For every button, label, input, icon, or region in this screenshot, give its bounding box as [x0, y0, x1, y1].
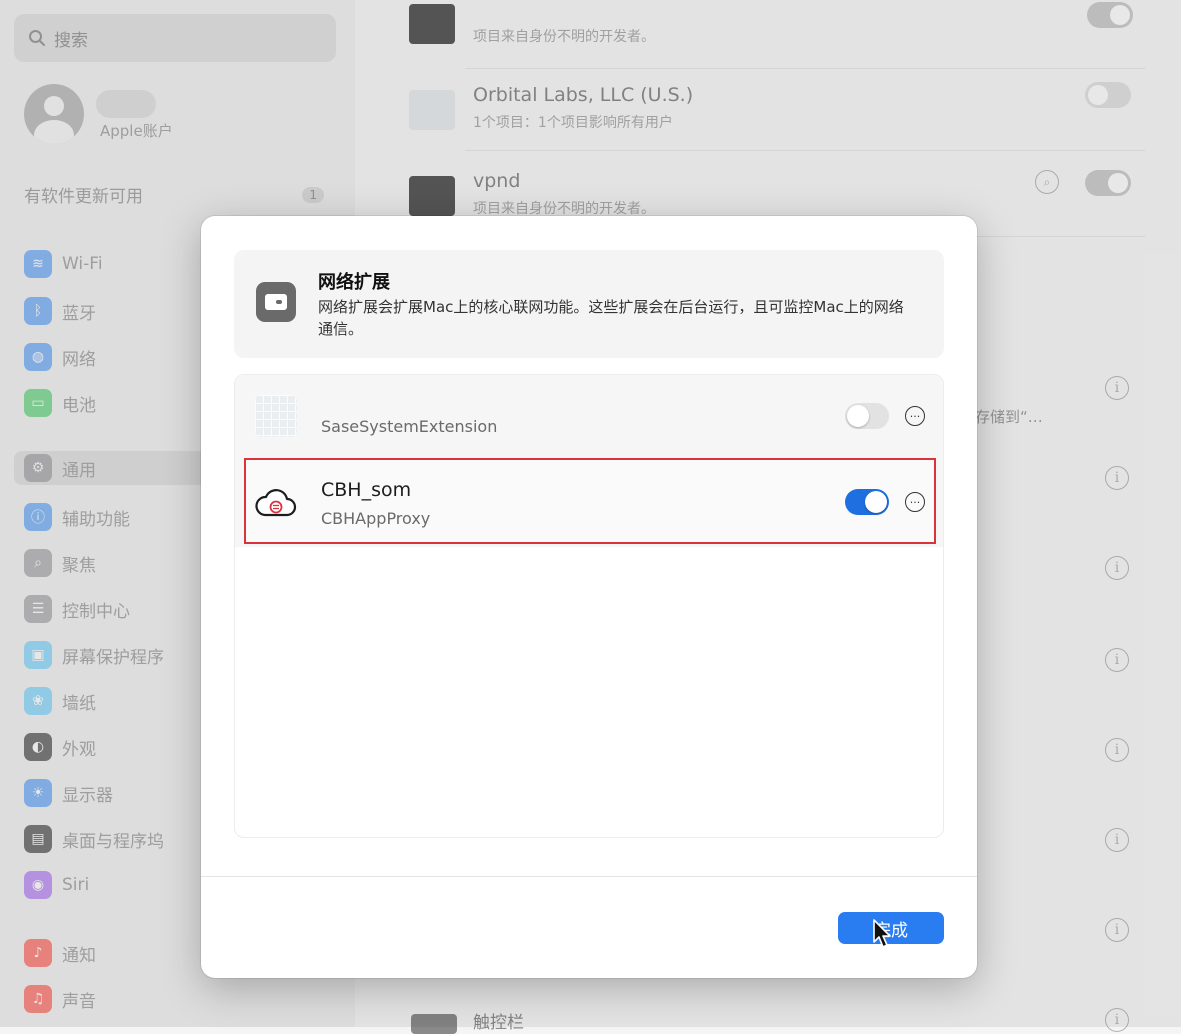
network-extensions-dialog: 网络扩展 网络扩展会扩展Mac上的核心联网功能。这些扩展会在后台运行，且可监控M… — [201, 216, 977, 978]
extension-subtitle: SaseSystemExtension — [321, 417, 498, 436]
extension-row[interactable]: SaseSystemExtension ··· — [245, 381, 935, 465]
dialog-title: 网络扩展 — [318, 272, 390, 293]
dialog-description: 网络扩展会扩展Mac上的核心联网功能。这些扩展会在后台运行，且可监控Mac上的网… — [318, 298, 904, 338]
network-extension-icon — [256, 282, 296, 322]
mouse-pointer-icon — [873, 919, 891, 948]
extension-list: SaseSystemExtension ··· CBH_som CBHAppPr… — [234, 374, 944, 838]
extension-row-selected[interactable]: CBH_som CBHAppProxy ··· — [244, 458, 936, 544]
extension-name: CBH_som — [321, 479, 412, 501]
cloud-icon — [255, 489, 297, 517]
extension-toggle[interactable] — [845, 489, 889, 515]
more-options-icon[interactable]: ··· — [905, 406, 925, 426]
extension-grid-icon — [255, 395, 297, 437]
dialog-header: 网络扩展 网络扩展会扩展Mac上的核心联网功能。这些扩展会在后台运行，且可监控M… — [234, 250, 944, 358]
more-options-icon[interactable]: ··· — [905, 492, 925, 512]
extension-toggle[interactable] — [845, 403, 889, 429]
extension-subtitle: CBHAppProxy — [321, 509, 431, 528]
